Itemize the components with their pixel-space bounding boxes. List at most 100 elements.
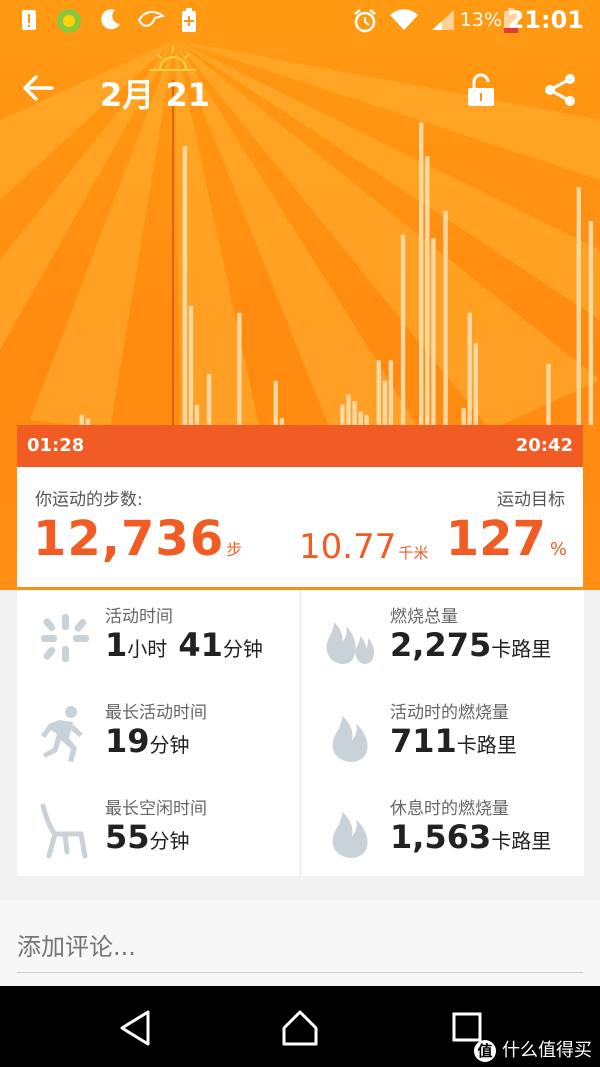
calorie-stats-card: 燃烧总量 2,275卡路里 活动时的燃烧量 711卡路里 休息时的燃烧量 1,5…: [302, 590, 584, 876]
timeline-end: 20:42: [515, 435, 573, 456]
stat-label: 活动时间: [105, 607, 173, 627]
activity-bar: [473, 343, 478, 425]
stat-number: 1: [105, 626, 128, 664]
cell-signal-icon: [430, 8, 456, 38]
chair-icon: [40, 803, 88, 859]
stat-value: 55分钟: [105, 818, 190, 856]
activity-bar: [358, 411, 363, 425]
goal-label: 运动目标: [497, 490, 565, 510]
distance-number: 10.77: [299, 527, 397, 567]
goal-value: 127%: [446, 511, 567, 567]
stat-number: 2,275: [390, 626, 492, 664]
system-nav-bar: 值什么值得买: [0, 986, 600, 1067]
stat-unit: 卡路里: [491, 829, 552, 853]
stat-value: 2,275卡路里: [390, 626, 551, 664]
activity-bar: [467, 312, 472, 425]
flame-icon: [332, 812, 368, 858]
activity-bar: [188, 306, 194, 425]
activity-bar: [340, 404, 345, 425]
steps-summary-card: 你运动的步数: 运动目标 12,736 步 10.77 千米 127%: [17, 467, 583, 587]
unlock-icon[interactable]: [466, 72, 496, 108]
double-flame-icon: [326, 622, 375, 664]
clock-time: 21:01: [507, 6, 584, 34]
activity-bar: [376, 360, 381, 425]
alarm-clock-icon: [352, 8, 378, 40]
stat-longest-active: 最长活动时间 19分钟: [17, 686, 299, 782]
app-notification-icon: [56, 8, 82, 40]
stat-unit: 小时: [127, 637, 168, 661]
stat-value: 1,563卡路里: [390, 818, 551, 856]
battery-charging-icon: [180, 8, 198, 40]
steps-label: 你运动的步数:: [35, 490, 143, 510]
activity-bar: [182, 146, 188, 425]
app-bar: 2月 21: [0, 60, 600, 120]
watermark-badge: 值: [474, 1040, 496, 1062]
back-arrow-icon[interactable]: [20, 70, 56, 106]
stat-longest-idle: 最长空闲时间 55分钟: [17, 782, 299, 878]
stat-unit: 卡路里: [456, 733, 517, 757]
stat-resting-burn: 休息时的燃烧量 1,563卡路里: [302, 782, 584, 878]
stat-number: 19: [105, 722, 150, 760]
stat-value: 711卡路里: [390, 722, 517, 760]
flame-icon: [332, 716, 368, 762]
activity-bar: [273, 380, 278, 425]
activity-bar: [279, 418, 284, 425]
activity-stats-card: 活动时间 1小时 41分钟 最长活动时间 19分钟 最长空闲时间 55分钟: [17, 590, 299, 876]
stat-unit: 分钟: [149, 733, 190, 757]
runner-icon: [41, 706, 83, 762]
activity-bar: [576, 187, 581, 425]
goal-unit: %: [549, 539, 567, 560]
stat-number: 711: [390, 722, 457, 760]
timeline-start: 01:28: [27, 435, 85, 456]
activity-bar: [461, 408, 466, 425]
stat-unit: 分钟: [149, 829, 190, 853]
stat-number: 41: [167, 626, 223, 664]
stat-value: 19分钟: [105, 722, 190, 760]
activity-bar: [352, 401, 357, 425]
goal-number: 127: [445, 511, 546, 567]
stat-label: 休息时的燃烧量: [390, 799, 509, 819]
battery-percent: 13%: [459, 9, 502, 31]
activity-bar: [382, 380, 388, 425]
stat-active-time: 活动时间 1小时 41分钟: [17, 590, 299, 686]
activity-bar: [346, 394, 351, 425]
activity-bar: [364, 414, 369, 425]
stat-number: 1,563: [390, 818, 492, 856]
alert-icon: [20, 8, 38, 38]
activity-bar: [206, 374, 212, 425]
page-title-date: 2月 21: [100, 76, 210, 114]
stat-label: 燃烧总量: [390, 607, 458, 627]
activity-bar: [400, 234, 406, 425]
nav-home-icon[interactable]: [280, 1008, 320, 1048]
comment-input[interactable]: [17, 922, 583, 973]
stat-unit: 分钟: [222, 637, 263, 661]
do-not-disturb-moon-icon: [100, 8, 122, 36]
stat-label: 最长活动时间: [105, 703, 207, 723]
stat-value: 1小时 41分钟: [105, 626, 263, 664]
share-icon[interactable]: [542, 72, 578, 108]
stat-active-burn: 活动时的燃烧量 711卡路里: [302, 686, 584, 782]
activity-burst-icon: [41, 614, 89, 662]
activity-bar: [85, 418, 91, 425]
activity-bar: [419, 122, 424, 425]
activity-bar: [425, 156, 430, 425]
steps-unit: 步: [226, 540, 244, 559]
activity-bar: [431, 238, 436, 425]
activity-bar: [443, 210, 448, 425]
activity-bar: [546, 363, 551, 425]
stat-number: 55: [105, 818, 150, 856]
stat-label: 最长空闲时间: [105, 799, 207, 819]
steps-value: 12,736 步: [33, 511, 243, 567]
activity-bar: [237, 312, 242, 425]
watermark: 值什么值得买: [474, 1036, 592, 1062]
stat-unit: 卡路里: [491, 637, 552, 661]
nav-back-icon[interactable]: [116, 1008, 156, 1048]
chart-bars: [79, 122, 594, 425]
activity-bar: [588, 221, 594, 425]
stat-label: 活动时的燃烧量: [390, 703, 509, 723]
status-bar: 13% 21:01: [0, 0, 600, 40]
timeline-range-bar: 01:28 20:42: [17, 425, 583, 467]
distance-unit: 千米: [398, 544, 429, 562]
watermark-text: 什么值得买: [502, 1040, 592, 1061]
activity-bar: [79, 414, 84, 425]
